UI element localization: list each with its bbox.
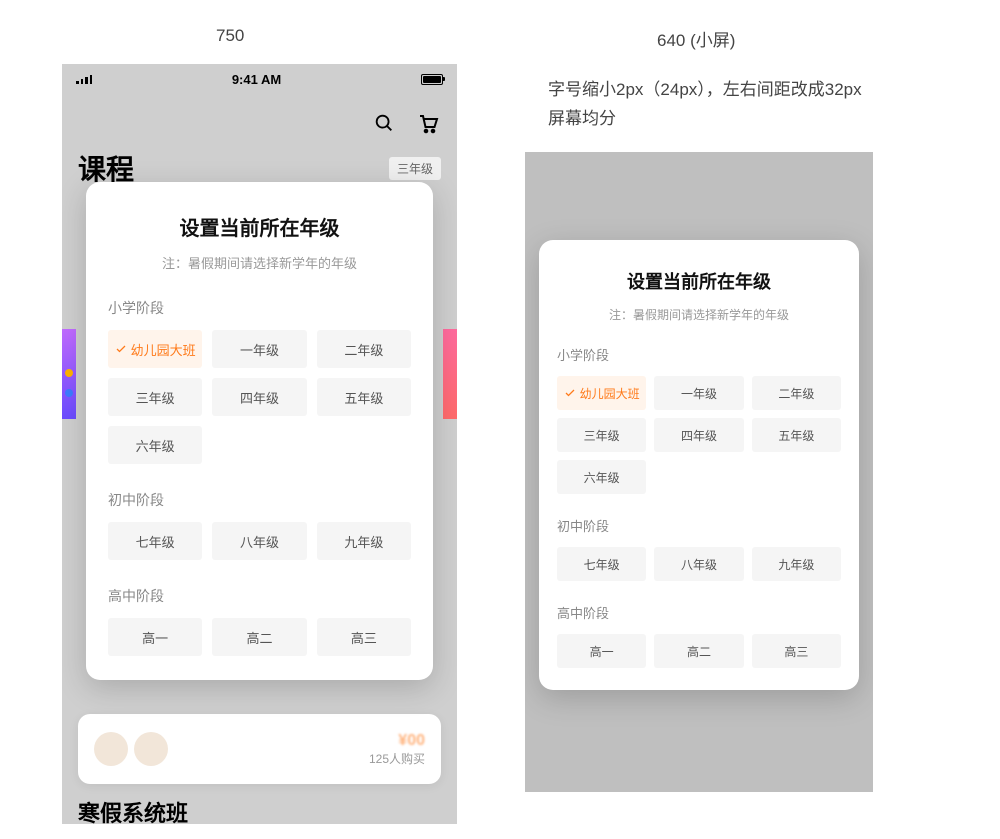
grade-chip[interactable]: 高三 (752, 634, 841, 668)
grade-chip-label: 八年级 (240, 532, 279, 551)
grade-chip-label: 三年级 (584, 427, 620, 444)
stage-label: 小学阶段 (557, 345, 841, 364)
avatar (134, 732, 168, 766)
grade-badge[interactable]: 三年级 (389, 157, 441, 180)
column-label-right: 640 (小屏) (657, 26, 735, 51)
column-label-left: 750 (216, 26, 244, 46)
grade-chip[interactable]: 四年级 (654, 418, 743, 452)
grade-chip-label: 高一 (590, 643, 614, 660)
grade-chip[interactable]: 三年级 (108, 378, 202, 416)
grade-chip-label: 九年级 (344, 532, 383, 551)
banner-peek-right (443, 329, 457, 419)
grade-chip[interactable]: 六年级 (557, 460, 646, 494)
grade-chip-label: 二年级 (778, 385, 814, 402)
annotation-text: 字号缩小2px（24px），左右间距改成32px 屏幕均分 (548, 76, 862, 134)
grade-chip-label: 四年级 (681, 427, 717, 444)
section-heading: 寒假系统班 (78, 796, 188, 824)
search-icon[interactable] (371, 110, 397, 136)
grade-chip[interactable]: 幼儿园大班 (108, 330, 202, 368)
grade-selector-modal: 设置当前所在年级 注：暑假期间请选择新学年的年级 小学阶段幼儿园大班 一年级 二年级… (539, 240, 859, 690)
grade-chip-label: 六年级 (584, 469, 620, 486)
grade-chip-grid: 高一 高二 高三 (108, 618, 411, 656)
grade-chip-label: 五年级 (344, 388, 383, 407)
grade-chip-label: 幼儿园大班 (580, 385, 640, 402)
grade-chip-label: 五年级 (778, 427, 814, 444)
check-icon (564, 387, 576, 399)
grade-chip[interactable]: 幼儿园大班 (557, 376, 646, 410)
grade-chip-label: 三年级 (136, 388, 175, 407)
modal-title: 设置当前所在年级 (108, 212, 411, 241)
grade-chip-grid: 高一 高二 高三 (557, 634, 841, 668)
battery-icon (421, 74, 443, 85)
cart-icon[interactable] (415, 110, 441, 136)
grade-chip[interactable]: 高一 (557, 634, 646, 668)
modal-title: 设置当前所在年级 (557, 268, 841, 294)
grade-chip[interactable]: 高一 (108, 618, 202, 656)
grade-chip-label: 高一 (142, 628, 168, 647)
grade-chip[interactable]: 三年级 (557, 418, 646, 452)
grade-chip-label: 幼儿园大班 (131, 340, 196, 359)
stage-label: 高中阶段 (108, 586, 411, 606)
modal-subtitle: 注：暑假期间请选择新学年的年级 (557, 306, 841, 323)
grade-chip[interactable]: 五年级 (317, 378, 411, 416)
annotation-line-2: 屏幕均分 (548, 105, 862, 134)
grade-chip-label: 一年级 (240, 340, 279, 359)
banner-peek-left (62, 329, 76, 419)
grade-chip-label: 高三 (351, 628, 377, 647)
grade-chip-grid: 幼儿园大班 一年级 二年级三年级 四年级 五年级六年级 (557, 376, 841, 494)
avatar (94, 732, 128, 766)
course-card[interactable]: ¥00 125人购买 (78, 714, 441, 784)
modal-stages-container: 小学阶段幼儿园大班 一年级 二年级三年级 四年级 五年级六年级初中阶段七年级 八年级 九年级… (108, 298, 411, 656)
stage-label: 初中阶段 (108, 490, 411, 510)
grade-chip[interactable]: 九年级 (317, 522, 411, 560)
signal-icon (76, 74, 92, 84)
status-bar: 9:41 AM (62, 64, 457, 94)
check-icon (115, 343, 127, 355)
grade-chip[interactable]: 八年级 (212, 522, 306, 560)
grade-chip[interactable]: 一年级 (212, 330, 306, 368)
grade-chip-grid: 七年级 八年级 九年级 (108, 522, 411, 560)
phone-frame-750: 9:41 AM 课程 三年级 ¥ (62, 64, 457, 824)
stage-label: 高中阶段 (557, 603, 841, 622)
modal-subtitle: 注：暑假期间请选择新学年的年级 (108, 253, 411, 272)
grade-chip-label: 九年级 (778, 556, 814, 573)
grade-chip-label: 一年级 (681, 385, 717, 402)
grade-chip-grid: 七年级 八年级 九年级 (557, 547, 841, 581)
grade-chip[interactable]: 高二 (654, 634, 743, 668)
phone-frame-640: 设置当前所在年级 注：暑假期间请选择新学年的年级 小学阶段幼儿园大班 一年级 二年级… (525, 152, 873, 792)
grade-chip[interactable]: 高二 (212, 618, 306, 656)
grade-chip[interactable]: 五年级 (752, 418, 841, 452)
status-time: 9:41 AM (232, 72, 281, 87)
stage-label: 初中阶段 (557, 516, 841, 535)
grade-chip[interactable]: 一年级 (654, 376, 743, 410)
app-header (62, 94, 457, 144)
grade-chip[interactable]: 四年级 (212, 378, 306, 416)
grade-selector-modal: 设置当前所在年级 注：暑假期间请选择新学年的年级 小学阶段幼儿园大班 一年级 二年级… (86, 182, 433, 680)
grade-chip[interactable]: 六年级 (108, 426, 202, 464)
annotation-line-1: 字号缩小2px（24px），左右间距改成32px (548, 76, 862, 105)
grade-chip-label: 七年级 (584, 556, 620, 573)
grade-chip-label: 六年级 (136, 436, 175, 455)
grade-chip-label: 七年级 (136, 532, 175, 551)
course-buyers: 125人购买 (369, 750, 425, 767)
grade-chip-label: 八年级 (681, 556, 717, 573)
modal-stages-container: 小学阶段幼儿园大班 一年级 二年级三年级 四年级 五年级六年级初中阶段七年级 八年级 九年级… (557, 345, 841, 668)
grade-chip[interactable]: 二年级 (317, 330, 411, 368)
grade-chip[interactable]: 高三 (317, 618, 411, 656)
grade-chip[interactable]: 七年级 (557, 547, 646, 581)
grade-chip-label: 高二 (687, 643, 711, 660)
grade-chip-label: 二年级 (344, 340, 383, 359)
grade-chip-label: 高三 (784, 643, 808, 660)
stage-label: 小学阶段 (108, 298, 411, 318)
grade-chip[interactable]: 九年级 (752, 547, 841, 581)
grade-chip[interactable]: 七年级 (108, 522, 202, 560)
course-price: ¥00 (369, 732, 425, 750)
grade-chip[interactable]: 八年级 (654, 547, 743, 581)
grade-chip-grid: 幼儿园大班 一年级 二年级三年级 四年级 五年级六年级 (108, 330, 411, 464)
grade-chip[interactable]: 二年级 (752, 376, 841, 410)
grade-chip-label: 高二 (246, 628, 272, 647)
grade-chip-label: 四年级 (240, 388, 279, 407)
